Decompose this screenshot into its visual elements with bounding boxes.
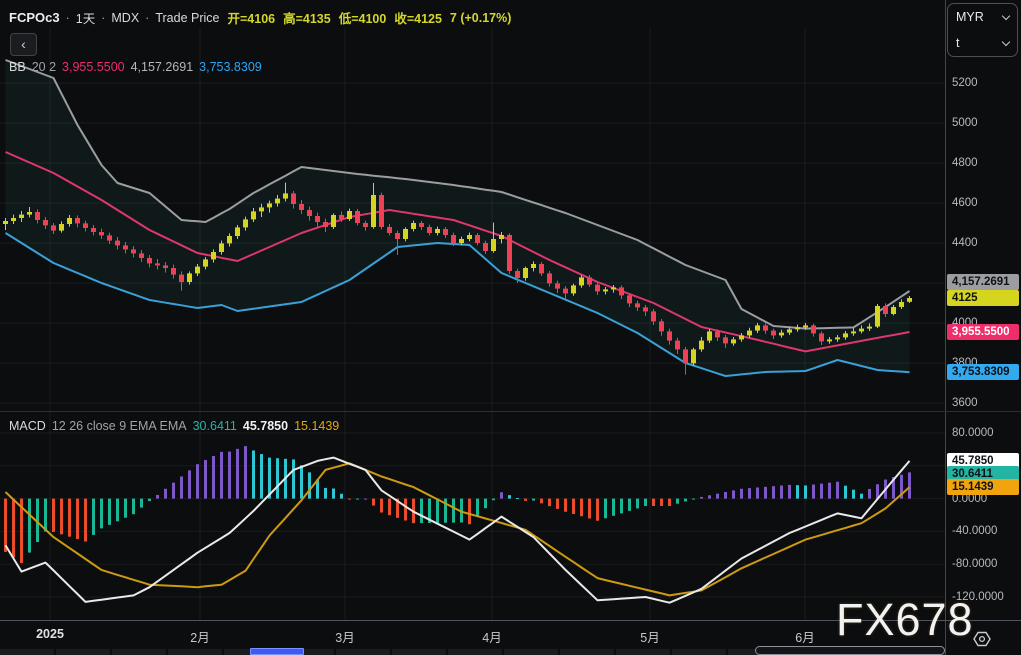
month-label: 2025: [36, 627, 64, 641]
macd-params: 12 26 close 9 EMA EMA: [52, 419, 187, 433]
axis-settings-icon[interactable]: [972, 629, 992, 654]
bottom-scroll-active-segment[interactable]: [250, 648, 304, 655]
bb-lower-value: 3,753.8309: [199, 60, 262, 74]
chevron-down-icon: [1002, 12, 1010, 20]
price-tick-label: 3600: [952, 396, 978, 410]
exchange-label: MDX: [111, 11, 139, 25]
macd-line-value: 45.7850: [243, 419, 288, 433]
unit-select[interactable]: t: [948, 30, 1017, 56]
price-axis-badge: 3,753.8309: [947, 364, 1019, 380]
month-label: 4月: [482, 627, 501, 646]
price-tick-label: 4400: [952, 236, 978, 250]
fx678-watermark: FX678: [836, 594, 974, 646]
macd-tick-label: -80.0000: [952, 557, 997, 571]
price-tick-label: 5200: [952, 76, 978, 90]
pane-divider[interactable]: [0, 411, 1021, 412]
change-value: 7 (+0.17%): [450, 11, 512, 25]
price-tick-label: 4800: [952, 156, 978, 170]
price-axis-badge: 3,955.5500: [947, 324, 1019, 340]
price-tick-label: 5000: [952, 116, 978, 130]
unit-value: t: [956, 36, 959, 50]
price-macd-chart-canvas[interactable]: [0, 0, 946, 620]
bb-params: 20 2: [32, 60, 56, 74]
macd-name: MACD: [9, 419, 46, 433]
separator-dot: ·: [145, 11, 149, 25]
price-tick-label: 4600: [952, 196, 978, 210]
axis-unit-selector-box: MYR t: [947, 3, 1018, 57]
trading-chart-app: FCPOc3 · 1天 · MDX · Trade Price 开=4106 高…: [0, 0, 1021, 655]
symbol-name[interactable]: FCPOc3: [9, 10, 60, 25]
chevron-down-icon: [1002, 38, 1010, 46]
macd-hist-value: 30.6411: [193, 419, 237, 433]
bb-name: BB: [9, 60, 26, 74]
month-label: 6月: [795, 627, 814, 646]
bottom-scroll-thumb[interactable]: [755, 646, 945, 655]
macd-tick-label: -40.0000: [952, 524, 997, 538]
open-value: 开=4106: [227, 8, 275, 27]
macd-axis-badge: 15.1439: [947, 479, 1019, 495]
symbol-legend: FCPOc3 · 1天 · MDX · Trade Price 开=4106 高…: [9, 8, 511, 27]
close-value: 收=4125: [394, 8, 442, 27]
month-label: 5月: [640, 627, 659, 646]
currency-value: MYR: [956, 10, 984, 24]
price-axis[interactable]: 52005000480046004400420040003800360080.0…: [946, 0, 1021, 620]
macd-indicator-legend[interactable]: MACD 12 26 close 9 EMA EMA 30.6411 45.78…: [9, 419, 339, 433]
separator-dot: ·: [101, 11, 105, 25]
month-label: 3月: [335, 627, 354, 646]
high-value: 高=4135: [283, 8, 331, 27]
chevron-left-icon: ‹: [21, 36, 26, 52]
series-type-label: Trade Price: [155, 11, 219, 25]
month-label: 2月: [190, 627, 209, 646]
interval-label[interactable]: 1天: [76, 8, 95, 27]
currency-select[interactable]: MYR: [948, 4, 1017, 30]
bb-upper-value: 4,157.2691: [131, 60, 194, 74]
price-axis-badge: 4,157.2691: [947, 274, 1019, 290]
separator-dot: ·: [66, 11, 70, 25]
low-value: 低=4100: [339, 8, 387, 27]
price-axis-badge: 4125: [947, 290, 1019, 306]
back-button[interactable]: ‹: [10, 33, 37, 56]
macd-tick-label: 80.0000: [952, 426, 994, 440]
bb-basis-value: 3,955.5500: [62, 60, 125, 74]
bb-indicator-legend[interactable]: BB 20 2 3,955.5500 4,157.2691 3,753.8309: [9, 60, 262, 74]
macd-signal-value: 15.1439: [294, 419, 339, 433]
